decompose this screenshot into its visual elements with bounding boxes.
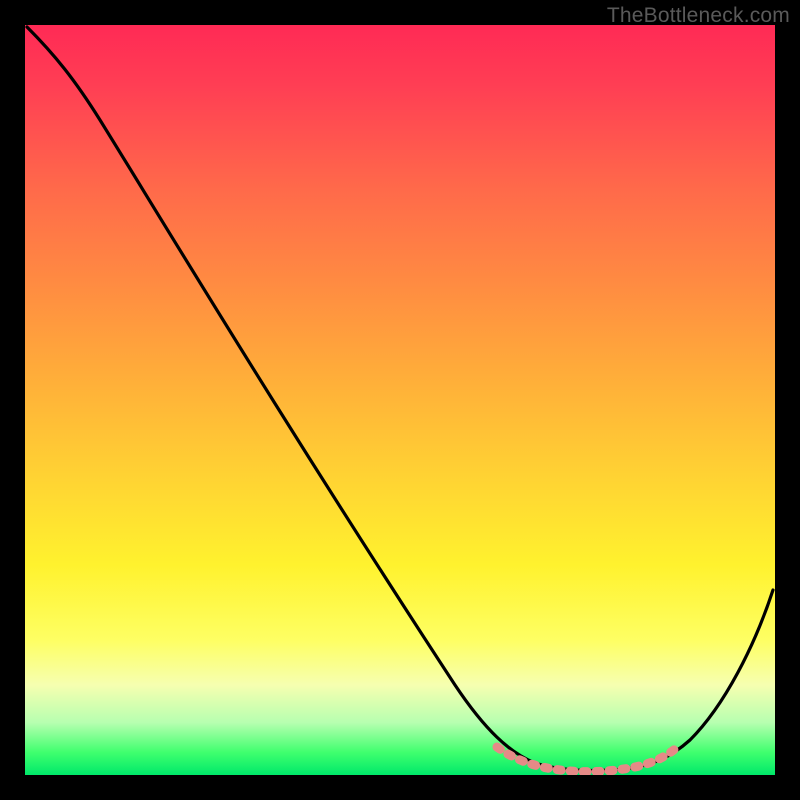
- chart-frame: [25, 25, 775, 775]
- watermark-text: TheBottleneck.com: [607, 4, 790, 28]
- chart-gradient-background: [25, 25, 775, 775]
